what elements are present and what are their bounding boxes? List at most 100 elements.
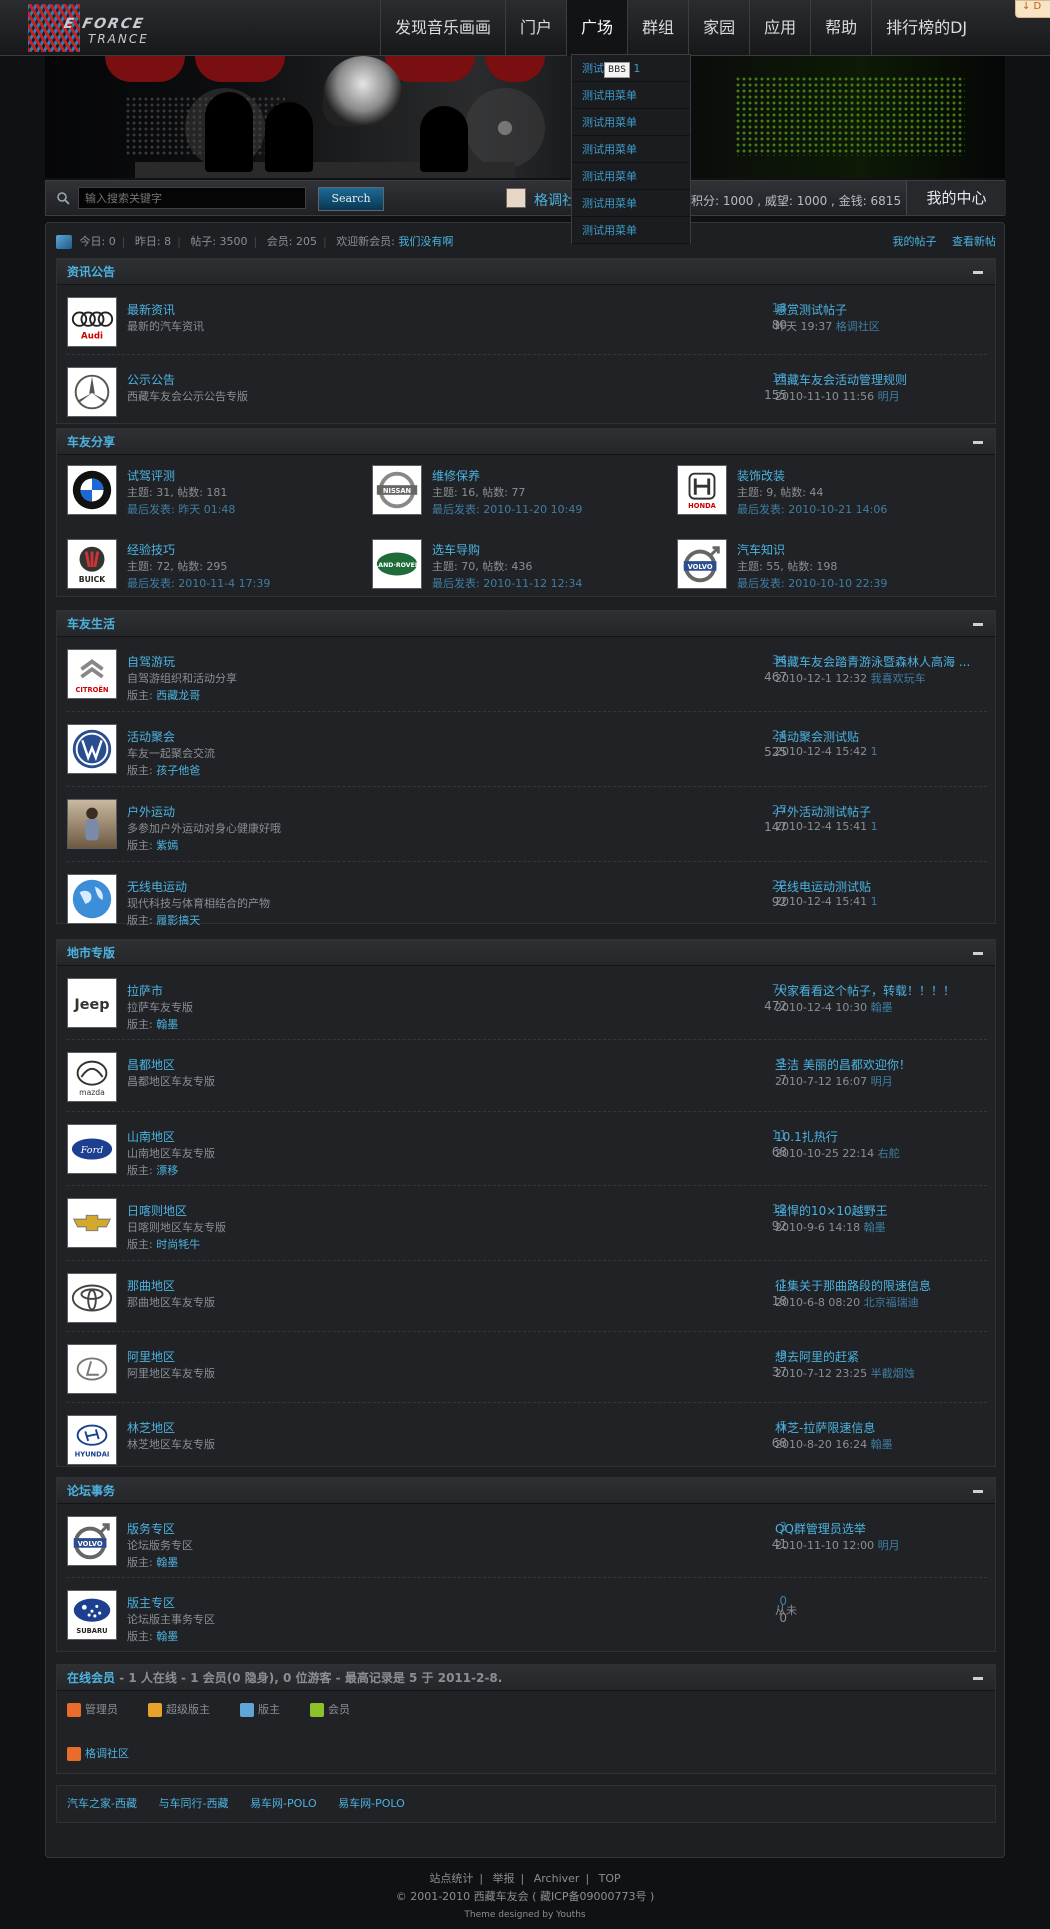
search-input[interactable] [78,187,306,209]
my-posts-link[interactable]: 我的帖子 [893,235,937,248]
last-post-title[interactable]: 圣洁 美丽的昌都欢迎你！ [775,1056,985,1073]
view-new-posts-link[interactable]: 查看新帖 [952,235,996,248]
last-post-title[interactable]: QQ群管理员选举 [775,1520,985,1537]
mercedes-logo-icon[interactable] [67,367,117,417]
nav-item-apps[interactable]: 应用 [749,0,810,56]
forum-name[interactable]: 户外运动 [127,803,175,820]
forum-name[interactable]: 版务专区 [127,1520,175,1537]
last-post-user[interactable]: 翰墨 [864,1221,886,1234]
dropdown-item[interactable]: 测试用菜单 [572,163,690,190]
collapse-icon[interactable] [973,1490,983,1493]
section-title[interactable]: 地市专版 [67,946,115,960]
forum-name[interactable]: 最新资讯 [127,301,175,318]
nav-item-help[interactable]: 帮助 [810,0,871,56]
dropdown-item[interactable]: 测试用菜单 [572,217,690,244]
moderator-link[interactable]: 西藏龙哥 [156,689,200,702]
nissan-logo-icon[interactable]: NISSAN [372,465,422,515]
site-logo[interactable]: E FORCE TRANCE [28,4,178,52]
moderator-link[interactable]: 时尚牦牛 [156,1238,200,1251]
nav-item-portal[interactable]: 门户 [505,0,566,56]
friend-link[interactable]: 易车网-POLO [338,1797,405,1810]
corner-badge[interactable]: ↓ D [1015,0,1050,18]
last-post-user[interactable]: 明月 [871,1075,893,1088]
collapse-icon[interactable] [973,1677,983,1680]
collapse-icon[interactable] [973,441,983,444]
forum-name[interactable]: 版主专区 [127,1594,175,1611]
forum-name[interactable]: 自驾游玩 [127,653,175,670]
forum-name[interactable]: 日喀则地区 [127,1202,187,1219]
last-post-user[interactable]: 1 [871,820,878,833]
online-user[interactable]: 格调社区 [67,1745,129,1761]
audi-logo-icon[interactable]: Audi [67,297,117,347]
friend-link[interactable]: 易车网-POLO [250,1797,317,1810]
dropdown-item[interactable]: 测试用菜单 [572,136,690,163]
last-post-title[interactable]: 林芝-拉萨限速信息 [775,1419,985,1436]
section-title[interactable]: 车友生活 [67,617,115,631]
chevrolet-logo-icon[interactable] [67,1198,117,1248]
forum-name[interactable]: 无线电运动 [127,878,187,895]
last-post-user[interactable]: 半截烟蚀 [871,1367,915,1380]
dropdown-item[interactable]: 测试用菜单 [572,82,690,109]
forum-name[interactable]: 林芝地区 [127,1419,175,1436]
outdoor-photo-icon[interactable] [67,799,117,849]
forum-name[interactable]: 装饰改装 [737,467,785,484]
user-name[interactable]: 格调社 [534,190,576,210]
search-button[interactable]: Search [318,187,384,211]
last-post-user[interactable]: 明月 [878,390,900,403]
footer-link-stats[interactable]: 站点统计 [429,1872,473,1885]
collapse-icon[interactable] [973,623,983,626]
moderator-link[interactable]: 孩子他爸 [156,764,200,777]
last-post-title[interactable]: 户外活动测试帖子 [775,803,985,820]
forum-name[interactable]: 昌都地区 [127,1056,175,1073]
last-post-title[interactable]: 悬赏测试帖子 [775,301,985,318]
forum-name[interactable]: 活动聚会 [127,728,175,745]
dropdown-item[interactable]: 测试用菜单 [572,190,690,217]
mazda-logo-icon[interactable]: mazda [67,1052,117,1102]
moderator-link[interactable]: 翰墨 [156,1018,178,1031]
section-title[interactable]: 在线会员 [67,1671,115,1685]
collapse-icon[interactable] [973,952,983,955]
last-post-title[interactable]: 无线电运动测试贴 [775,878,985,895]
forum-last-post[interactable]: 最后发表: 2010-10-21 14:06 [737,501,887,517]
landrover-logo-icon[interactable]: LAND·ROVER [372,539,422,589]
nav-item-music[interactable]: 发现音乐画画 [380,0,505,56]
forum-last-post[interactable]: 最后发表: 昨天 01:48 [127,501,235,517]
ford-logo-icon[interactable]: Ford [67,1124,117,1174]
forum-name[interactable]: 维修保养 [432,467,480,484]
citroen-logo-icon[interactable]: CITROËN [67,649,117,699]
dropdown-item[interactable]: 测试用菜单 [572,109,690,136]
vw-logo-icon[interactable] [67,724,117,774]
forum-name[interactable]: 那曲地区 [127,1277,175,1294]
last-post-user[interactable]: 翰墨 [871,1001,893,1014]
moderator-link[interactable]: 漂移 [156,1164,178,1177]
buick-logo-icon[interactable]: BUICK [67,539,117,589]
last-post-user[interactable]: 北京福瑞迪 [864,1296,919,1309]
friend-link[interactable]: 与车同行-西藏 [158,1797,228,1810]
avatar[interactable] [506,188,526,208]
nav-item-groups[interactable]: 群组 [627,0,688,56]
last-post-title[interactable]: 强悍的10×10越野王 [775,1202,985,1219]
bmw-logo-icon[interactable] [67,465,117,515]
last-post-user[interactable]: 翰墨 [871,1438,893,1451]
last-post-title[interactable]: 西藏车友会活动管理规则 [775,371,985,388]
forum-name[interactable]: 公示公告 [127,371,175,388]
last-post-user[interactable]: 1 [871,745,878,758]
jeep-logo-icon[interactable]: Jeep [67,978,117,1028]
moderator-link[interactable]: 翰墨 [156,1556,178,1569]
forum-name[interactable]: 阿里地区 [127,1348,175,1365]
hyundai-logo-icon[interactable]: HYUNDAI [67,1415,117,1465]
friend-link[interactable]: 汽车之家-西藏 [67,1797,137,1810]
moderator-link[interactable]: 翰墨 [156,1630,178,1643]
footer-link-top[interactable]: TOP [599,1872,621,1885]
forum-last-post[interactable]: 最后发表: 2010-11-12 12:34 [432,575,582,591]
forum-name[interactable]: 汽车知识 [737,541,785,558]
last-post-title[interactable]: 想去阿里的赶紧 [775,1348,985,1365]
newest-member-link[interactable]: 我们没有啊 [398,235,453,248]
forum-name[interactable]: 试驾评测 [127,467,175,484]
last-post-user[interactable]: 我喜欢玩车 [871,672,926,685]
last-post-user[interactable]: 1 [871,895,878,908]
globe-icon[interactable] [67,874,117,924]
last-post-user[interactable]: 格调社区 [836,320,880,333]
footer-link-report[interactable]: 举报 [493,1872,515,1885]
section-title[interactable]: 资讯公告 [67,265,115,279]
